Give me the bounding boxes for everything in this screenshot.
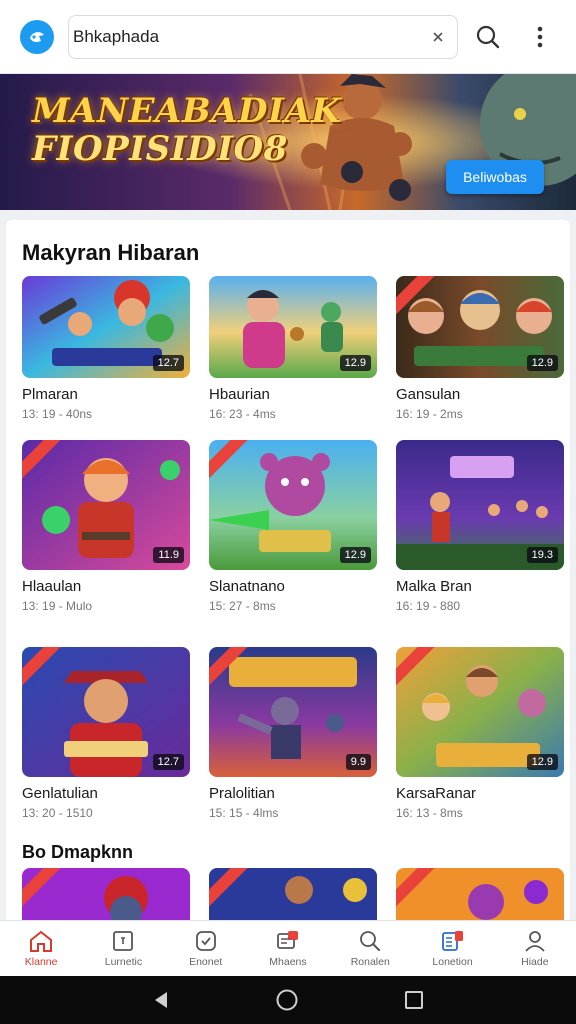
game-meta: 16: 13 - 8ms	[396, 806, 463, 820]
game-title[interactable]: Hbaurian	[209, 386, 377, 403]
game-title[interactable]: Gansulan	[396, 386, 564, 403]
nav-label: Mhaens	[269, 956, 307, 968]
search-icon	[360, 931, 381, 951]
banner-title-line1: MANEABADIAK	[32, 91, 342, 131]
game-thumbnail[interactable]: 12.9	[396, 647, 564, 777]
game-badge: 12.9	[526, 754, 558, 770]
nav-label: Lonetion	[432, 956, 473, 968]
game-title[interactable]: KarsaRanar	[396, 785, 564, 802]
back-icon[interactable]	[152, 990, 170, 1010]
section-title: Makyran Hibaran	[22, 240, 200, 265]
search-button[interactable]	[466, 15, 510, 59]
nav-item-home[interactable]: Klanne	[0, 921, 82, 976]
game-meta: 13: 20 - 1510	[22, 806, 93, 820]
nav-item-collection[interactable]: Lonetion	[411, 921, 493, 976]
nav-item-explore[interactable]: Enonet	[165, 921, 247, 976]
game-badge: 12.9	[339, 355, 371, 371]
game-card[interactable]: 12.9 Hbaurian 16: 23 - 4ms	[209, 276, 377, 421]
section2-title: Bo Dmapknn	[22, 842, 134, 862]
game-card[interactable]: 12.7 Plmaran 13: 19 - 40ns	[22, 276, 190, 421]
game-card[interactable]: 19.3 Malka Bran 16: 19 - 880	[396, 440, 564, 613]
game-title[interactable]: Hlaaulan	[22, 578, 190, 595]
app-logo-icon[interactable]	[20, 19, 54, 54]
game-thumbnail[interactable]: 11.9	[22, 440, 190, 570]
game-badge: 12.9	[526, 355, 558, 371]
banner-cta-button[interactable]: Beliwobas	[446, 160, 544, 194]
nav-item-messages[interactable]: Mhaens	[247, 921, 329, 976]
game-badge: 9.9	[345, 754, 371, 770]
game-meta: 16: 19 - 880	[396, 599, 461, 613]
nav-label: Klanne	[24, 956, 58, 968]
game-title[interactable]: Genlatulian	[22, 785, 190, 802]
grid-icon	[113, 931, 134, 951]
game-card[interactable]: 12.9 KarsaRanar 16: 13 - 8ms	[396, 647, 564, 820]
game-thumbnail[interactable]: 12.9	[209, 276, 377, 378]
nav-label: Lurnetic	[104, 956, 143, 968]
app-root: MANEABADIAK FIOPISIDIO8 Beliwobas Makyra…	[0, 0, 576, 1024]
search-input[interactable]	[73, 26, 430, 47]
game-thumbnail[interactable]: 9.9	[209, 647, 377, 777]
game-card-partial[interactable]	[22, 868, 190, 920]
banner-title-line2: FIOPISIDIO8	[32, 129, 288, 169]
game-title[interactable]: Plmaran	[22, 386, 190, 403]
game-thumbnail[interactable]: 12.7	[22, 647, 190, 777]
game-badge: 12.9	[339, 547, 371, 563]
game-thumbnail[interactable]	[209, 868, 377, 920]
profile-icon	[525, 931, 545, 952]
game-badge: 11.9	[153, 547, 184, 563]
game-thumbnail[interactable]	[22, 868, 190, 920]
promo-banner[interactable]: MANEABADIAK FIOPISIDIO8 Beliwobas	[0, 74, 576, 210]
banner-title: MANEABADIAK FIOPISIDIO8	[32, 91, 342, 169]
game-badge: 12.7	[152, 754, 184, 770]
nav-item-library[interactable]: Lurnetic	[82, 921, 164, 976]
game-thumbnail[interactable]: 12.9	[396, 276, 564, 378]
game-badge: 19.3	[526, 547, 558, 563]
chat-icon	[277, 931, 298, 949]
bottom-navigation: Klanne Lurnetic Enonet Mhaens Ronalen Lo…	[0, 920, 576, 976]
game-card[interactable]: 12.7 Genlatulian 13: 20 - 1510	[22, 647, 190, 820]
nav-item-search[interactable]: Ronalen	[329, 921, 411, 976]
nav-item-profile[interactable]: Hiade	[494, 921, 576, 976]
game-card[interactable]: 12.9 Slanatnano 15: 27 - 8ms	[209, 440, 377, 613]
game-meta: 15: 15 - 4lms	[209, 806, 279, 820]
game-title[interactable]: Malka Bran	[396, 578, 564, 595]
nav-label: Hiade	[521, 956, 549, 968]
nav-label: Ronalen	[350, 956, 390, 968]
game-thumbnail[interactable]: 12.9	[209, 440, 377, 570]
game-thumbnail[interactable]: 12.7	[22, 276, 190, 378]
game-card[interactable]: 9.9 Pralolitian 15: 15 - 4lms	[209, 647, 377, 820]
game-thumbnail[interactable]	[396, 868, 564, 920]
game-meta: 16: 23 - 4ms	[209, 407, 276, 421]
more-vert-icon	[537, 26, 543, 47]
more-options-button[interactable]	[518, 15, 562, 59]
system-navigation-bar	[0, 976, 576, 1024]
library-icon	[441, 931, 463, 951]
recents-icon[interactable]	[404, 990, 424, 1010]
compass-icon	[195, 931, 216, 951]
game-meta: 13: 19 - Mulo	[22, 599, 93, 613]
home-circle-icon[interactable]	[275, 988, 299, 1012]
game-title[interactable]: Pralolitian	[209, 785, 377, 802]
home-icon	[30, 930, 53, 952]
game-meta: 13: 19 - 40ns	[22, 407, 93, 421]
top-bar	[0, 0, 576, 74]
game-card[interactable]: 11.9 Hlaaulan 13: 19 - Mulo	[22, 440, 190, 613]
search-icon	[477, 25, 500, 48]
search-box	[68, 14, 459, 59]
clear-search-icon[interactable]	[429, 28, 447, 46]
game-card[interactable]: 12.9 Gansulan 16: 19 - 2ms	[396, 276, 564, 421]
game-card-partial[interactable]	[396, 868, 564, 920]
nav-label: Enonet	[189, 956, 223, 968]
content-panel: Makyran Hibaran 12.7 Plmaran 13: 19 - 40…	[6, 220, 570, 920]
game-meta: 16: 19 - 2ms	[396, 407, 463, 421]
game-badge: 12.7	[152, 355, 184, 371]
game-meta: 15: 27 - 8ms	[209, 599, 276, 613]
game-title[interactable]: Slanatnano	[209, 578, 377, 595]
game-card-partial[interactable]	[209, 868, 377, 920]
game-thumbnail[interactable]: 19.3	[396, 440, 564, 570]
